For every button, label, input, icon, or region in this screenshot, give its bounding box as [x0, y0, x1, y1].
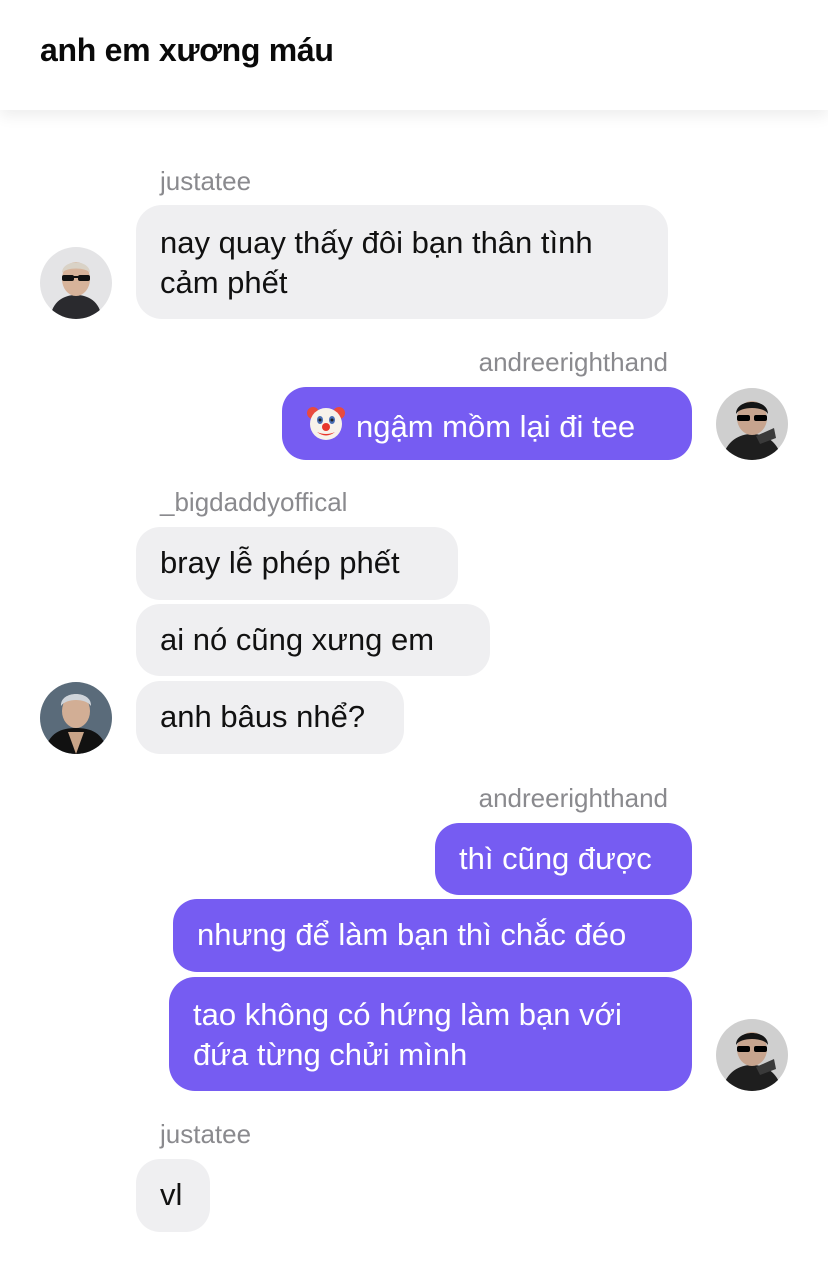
sender-name: andreerighthand — [478, 783, 668, 813]
message-bubble[interactable]: ai nó cũng xưng em — [136, 604, 490, 676]
message-text: ai nó cũng xưng em — [160, 622, 435, 657]
message-text: anh bâus nhể? — [160, 699, 366, 734]
message-bubble[interactable]: ngậm mồm lại đi tee — [282, 387, 692, 460]
avatar-andreerighthand[interactable] — [716, 388, 788, 460]
avatar-image — [716, 1019, 788, 1091]
message-bubble[interactable]: bray lễ phép phết — [136, 527, 458, 600]
message-text: vl — [160, 1177, 183, 1212]
message-line: nay quay thấy đôi bạn thân tình — [160, 225, 593, 260]
message-text: ngậm mồm lại đi tee — [356, 409, 636, 444]
sender-name: andreerighthand — [478, 347, 668, 377]
message-bubble[interactable]: nay quay thấy đôi bạn thân tình cảm phết — [136, 205, 668, 319]
clown-face-icon — [306, 403, 346, 453]
sender-name: _bigdaddyoffical — [160, 487, 348, 517]
message-text: bray lễ phép phết — [160, 545, 400, 580]
avatar-andreerighthand[interactable] — [716, 1019, 788, 1091]
sender-name: justatee — [160, 166, 252, 196]
message-bubble[interactable]: anh bâus nhể? — [136, 681, 404, 754]
message-text: thì cũng được — [459, 841, 652, 876]
message-bubble[interactable]: tao không có hứng làm bạn với đứa từng c… — [169, 977, 692, 1091]
message-bubble[interactable]: vl — [136, 1159, 210, 1232]
chat-header: anh em xương máu — [0, 0, 828, 110]
sender-name: justatee — [160, 1119, 252, 1149]
message-line: đứa từng chửi mình — [193, 1037, 468, 1072]
message-bubble[interactable]: nhưng để làm bạn thì chắc đéo — [173, 899, 692, 972]
avatar-image — [40, 247, 112, 319]
avatar-justatee[interactable] — [40, 247, 112, 319]
message-bubble[interactable]: thì cũng được — [435, 823, 692, 895]
message-line: tao không có hứng làm bạn với — [193, 997, 622, 1032]
message-text: nhưng để làm bạn thì chắc đéo — [197, 917, 627, 952]
avatar-image — [716, 388, 788, 460]
chat-title[interactable]: anh em xương máu — [40, 32, 334, 69]
avatar-bigdaddyoffical[interactable] — [40, 682, 112, 754]
avatar-image — [40, 682, 112, 754]
message-line: cảm phết — [160, 265, 288, 300]
